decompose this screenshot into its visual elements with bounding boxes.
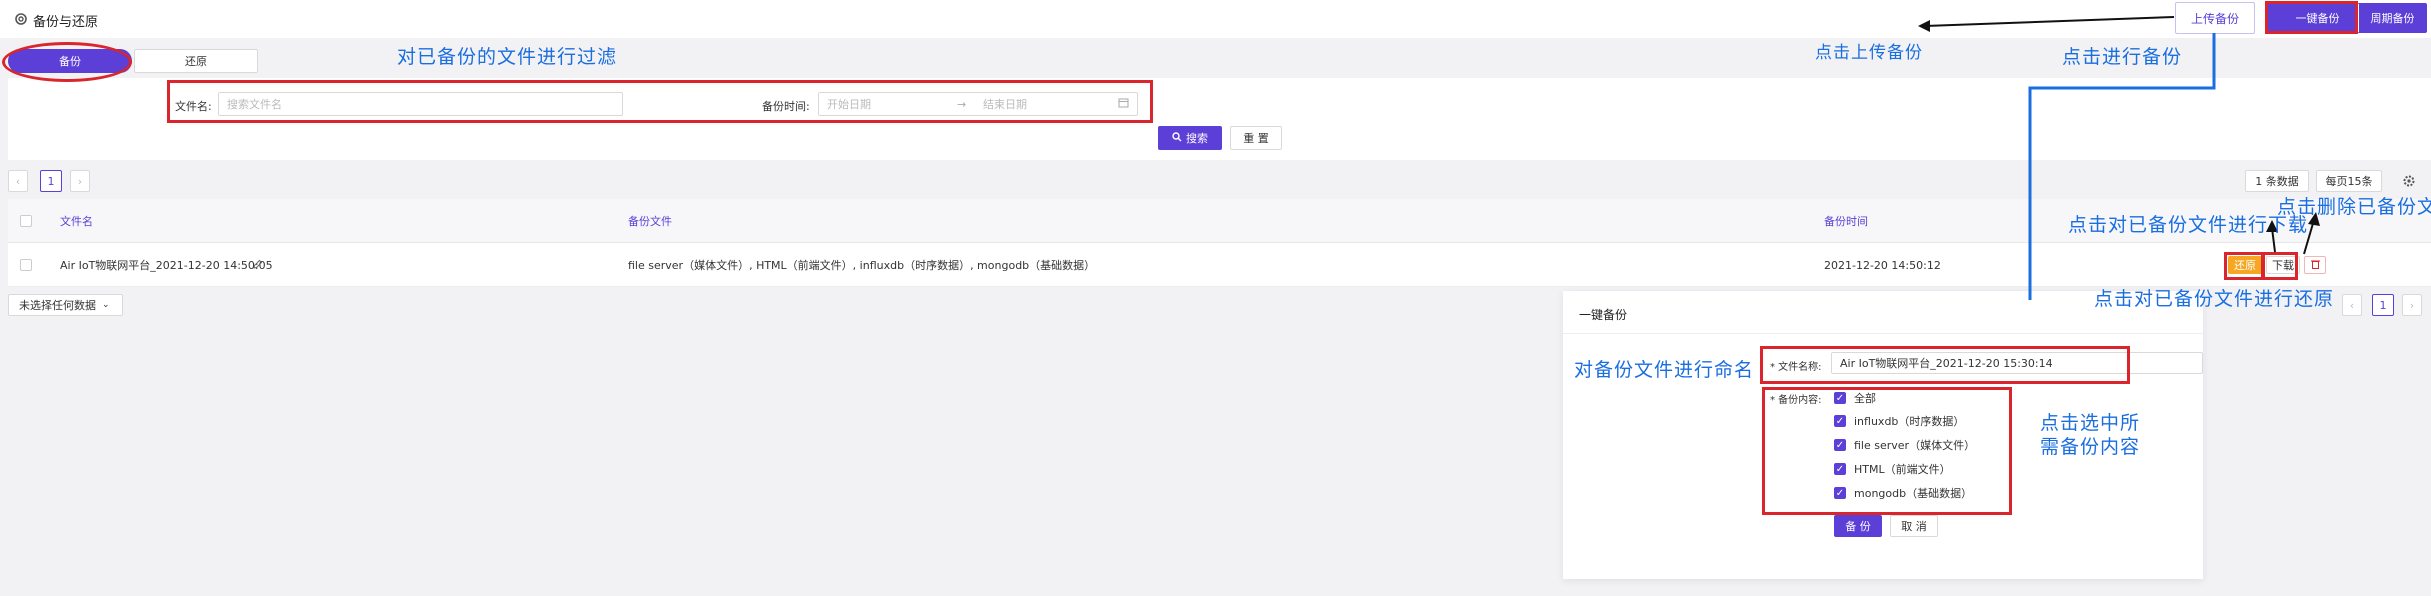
arrow-upload-head (1918, 20, 1930, 32)
annotation-select-line1: 点击选中所 (2040, 412, 2141, 434)
annotation-naming: 对备份文件进行命名 (1574, 359, 1755, 381)
annotation-backup: 点击进行备份 (2062, 46, 2183, 68)
line-backup (2028, 33, 2216, 300)
annotation-select-line2: 需备份内容 (2040, 436, 2141, 458)
annotation-arrows (1918, 16, 2320, 300)
annotation-download: 点击对已备份文件进行下载 (2068, 214, 2309, 236)
annotation-restore: 点击对已备份文件进行还原 (2094, 288, 2335, 310)
arrow-upload (1924, 16, 2175, 27)
annotation-upload: 点击上传备份 (1815, 43, 1923, 63)
annotation-filter: 对已备份的文件进行过滤 (397, 46, 618, 68)
